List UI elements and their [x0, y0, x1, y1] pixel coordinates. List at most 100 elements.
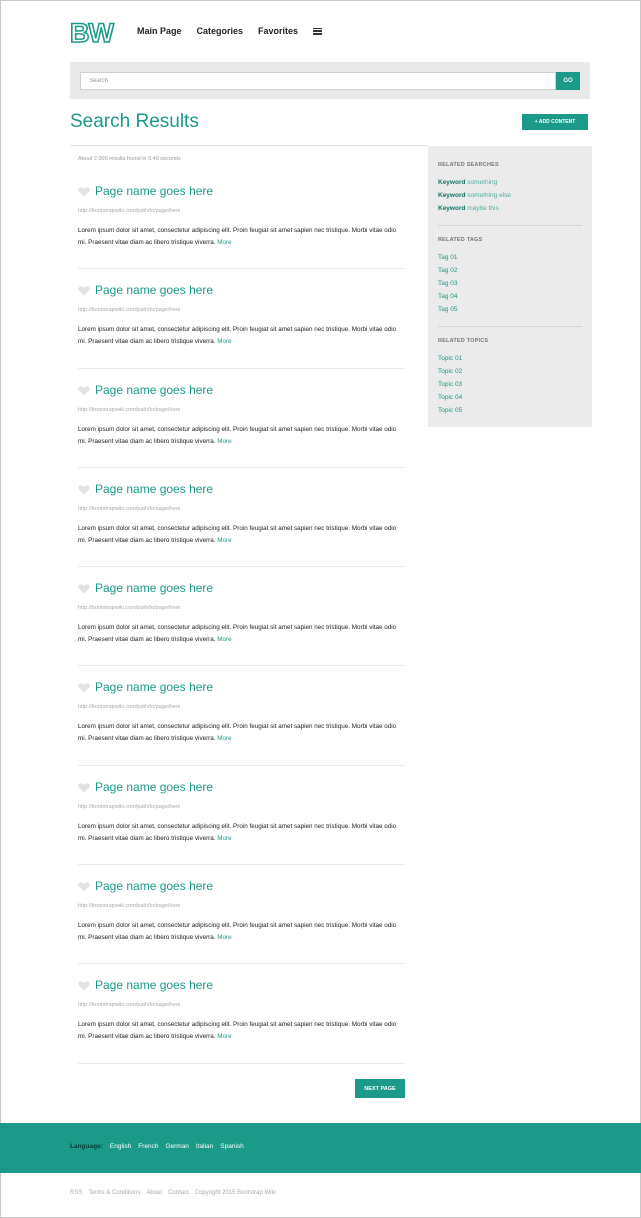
result-snippet: Lorem ipsum dolor sit amet, consectetur …	[78, 227, 397, 246]
language-link-german[interactable]: German	[165, 1143, 188, 1150]
result-title-link[interactable]: Page name goes here	[95, 383, 213, 397]
result-title-link[interactable]: Page name goes here	[95, 680, 213, 694]
footer-link-about[interactable]: About	[146, 1190, 162, 1196]
topic-link[interactable]: Topic 01	[438, 353, 582, 366]
result-more-link[interactable]: More	[217, 1033, 231, 1040]
footer-link-rss[interactable]: RSS	[70, 1190, 82, 1196]
result-more-link[interactable]: More	[217, 735, 231, 742]
footer-language-bar: Language: English French German Italian …	[0, 1123, 641, 1173]
title-divider	[70, 145, 428, 146]
result-url: http://bootstrapwiki.com/path/to/page/he…	[78, 208, 181, 214]
result-more-link[interactable]: More	[217, 537, 231, 544]
language-selector: Language: English French German Italian …	[70, 1143, 244, 1150]
search-bar: GO	[70, 62, 590, 99]
footer-copyright: Copyright 2015 Bootstrap Wiki	[194, 1190, 276, 1196]
related-searches-heading: RELATED SEARCHES	[438, 162, 499, 168]
result-more-link[interactable]: More	[217, 338, 231, 345]
result-title-link[interactable]: Page name goes here	[95, 184, 213, 198]
topic-link[interactable]: Topic 02	[438, 366, 582, 379]
tag-link[interactable]: Tag 01	[438, 252, 582, 265]
result-snippet: Lorem ipsum dolor sit amet, consectetur …	[78, 922, 397, 942]
result-snippet: Lorem ipsum dolor sit amet, consectetur …	[78, 1021, 397, 1041]
result-more-link[interactable]: More	[217, 934, 231, 941]
result-more-link[interactable]: More	[217, 636, 231, 643]
tag-link[interactable]: Tag 03	[438, 278, 582, 291]
search-result: Page name goes here http://bootstrapwiki.…	[78, 567, 405, 667]
result-url: http://bootstrapwiki.com/path/to/page/he…	[78, 704, 181, 711]
result-more-link[interactable]: More	[217, 835, 231, 842]
result-url: http://bootstrapwiki.com/path/to/page/he…	[78, 803, 181, 810]
next-page-button[interactable]: NEXT PAGE	[355, 1079, 405, 1098]
results-count: About 2,000 results found in 0.40 second…	[78, 156, 181, 162]
search-input[interactable]	[80, 72, 556, 90]
result-url: http://bootstrapwiki.com/path/to/page/he…	[78, 505, 181, 512]
related-search-link[interactable]: Keyword something else	[438, 190, 582, 203]
footer-link-contact[interactable]: Contact	[168, 1190, 189, 1196]
result-snippet: Lorem ipsum dolor sit amet, consectetur …	[78, 524, 397, 544]
result-title-link[interactable]: Page name goes here	[95, 482, 213, 496]
heart-icon[interactable]	[78, 981, 90, 991]
result-more-link[interactable]: More	[217, 438, 231, 445]
result-title-link[interactable]: Page name goes here	[95, 879, 213, 893]
result-url: http://bootstrapwiki.com/path/to/page/he…	[78, 903, 181, 910]
tag-link[interactable]: Tag 05	[438, 304, 582, 317]
topic-link[interactable]: Topic 04	[438, 392, 582, 405]
search-go-button[interactable]: GO	[556, 72, 580, 90]
nav-favorites[interactable]: Favorites	[258, 26, 298, 36]
main-nav: Main Page Categories Favorites	[137, 26, 323, 36]
result-url: http://bootstrapwiki.com/path/to/page/he…	[78, 406, 181, 413]
topic-link[interactable]: Topic 05	[438, 405, 582, 418]
related-searches: RELATED SEARCHES Keyword something Keywo…	[438, 162, 582, 227]
search-result: Page name goes here http://bootstrapwiki.…	[78, 170, 405, 270]
result-snippet: Lorem ipsum dolor sit amet, consectetur …	[78, 326, 397, 346]
related-topics: RELATED TOPICS Topic 01 Topic 02 Topic 0…	[438, 338, 582, 427]
tag-link[interactable]: Tag 04	[438, 291, 582, 304]
result-title-link[interactable]: Page name goes here	[95, 283, 213, 297]
related-search-link[interactable]: Keyword maybe this	[438, 203, 582, 216]
heart-icon[interactable]	[78, 882, 90, 892]
heart-icon[interactable]	[78, 783, 90, 793]
page-title: Search Results	[70, 111, 199, 132]
result-snippet: Lorem ipsum dolor sit amet, consectetur …	[78, 822, 397, 842]
result-snippet: Lorem ipsum dolor sit amet, consectetur …	[78, 624, 397, 644]
result-more-link[interactable]: More	[217, 239, 231, 246]
search-result: Page name goes here http://bootstrapwiki.…	[78, 666, 405, 766]
search-result: Page name goes here http://bootstrapwiki.…	[78, 865, 405, 965]
nav-categories[interactable]: Categories	[197, 26, 244, 36]
search-result: Page name goes here http://bootstrapwiki.…	[78, 964, 405, 1064]
result-title-link[interactable]: Page name goes here	[95, 780, 213, 794]
result-snippet: Lorem ipsum dolor sit amet, consectetur …	[78, 425, 397, 445]
heart-icon[interactable]	[78, 584, 90, 594]
language-link-english[interactable]: English	[110, 1143, 131, 1150]
language-label: Language:	[70, 1143, 103, 1150]
result-url: http://bootstrapwiki.com/path/to/page/he…	[78, 1002, 181, 1009]
heart-icon[interactable]	[78, 485, 90, 495]
search-result: Page name goes here http://bootstrapwiki.…	[78, 766, 405, 866]
related-search-link[interactable]: Keyword something	[438, 177, 582, 190]
add-content-button[interactable]: + ADD CONTENT	[522, 114, 588, 130]
heart-icon[interactable]	[78, 683, 90, 693]
topic-link[interactable]: Topic 03	[438, 379, 582, 392]
result-title-link[interactable]: Page name goes here	[95, 978, 213, 992]
site-logo[interactable]: BW	[69, 17, 115, 49]
heart-icon[interactable]	[78, 187, 90, 197]
footer-links: RSS Terms & Conditions About Contact Cop…	[70, 1190, 276, 1196]
related-tags: RELATED TAGS Tag 01 Tag 02 Tag 03 Tag 04…	[438, 237, 582, 328]
heart-icon[interactable]	[78, 385, 90, 396]
result-url: http://bootstrapwiki.com/path/to/page/he…	[78, 605, 181, 612]
search-result: Page name goes here http://bootstrapwiki.…	[78, 369, 405, 468]
search-result: Page name goes here http://bootstrapwiki.…	[78, 468, 405, 568]
hamburger-menu-icon[interactable]	[313, 27, 323, 35]
language-link-french[interactable]: French	[138, 1143, 158, 1150]
nav-main-page[interactable]: Main Page	[137, 26, 182, 36]
language-link-italian[interactable]: Italian	[196, 1143, 213, 1150]
heart-icon[interactable]	[78, 286, 90, 296]
results-list: About 2,000 results found in 0.40 second…	[78, 156, 405, 1064]
site-header: BW Main Page Categories Favorites	[69, 17, 590, 49]
footer-link-terms[interactable]: Terms & Conditions	[88, 1190, 140, 1196]
tag-link[interactable]: Tag 02	[438, 265, 582, 278]
result-title-link[interactable]: Page name goes here	[95, 581, 213, 595]
result-url: http://bootstrapwiki.com/path/to/page/he…	[78, 307, 181, 314]
language-link-spanish[interactable]: Spanish	[220, 1143, 244, 1150]
related-tags-heading: RELATED TAGS	[438, 237, 483, 244]
